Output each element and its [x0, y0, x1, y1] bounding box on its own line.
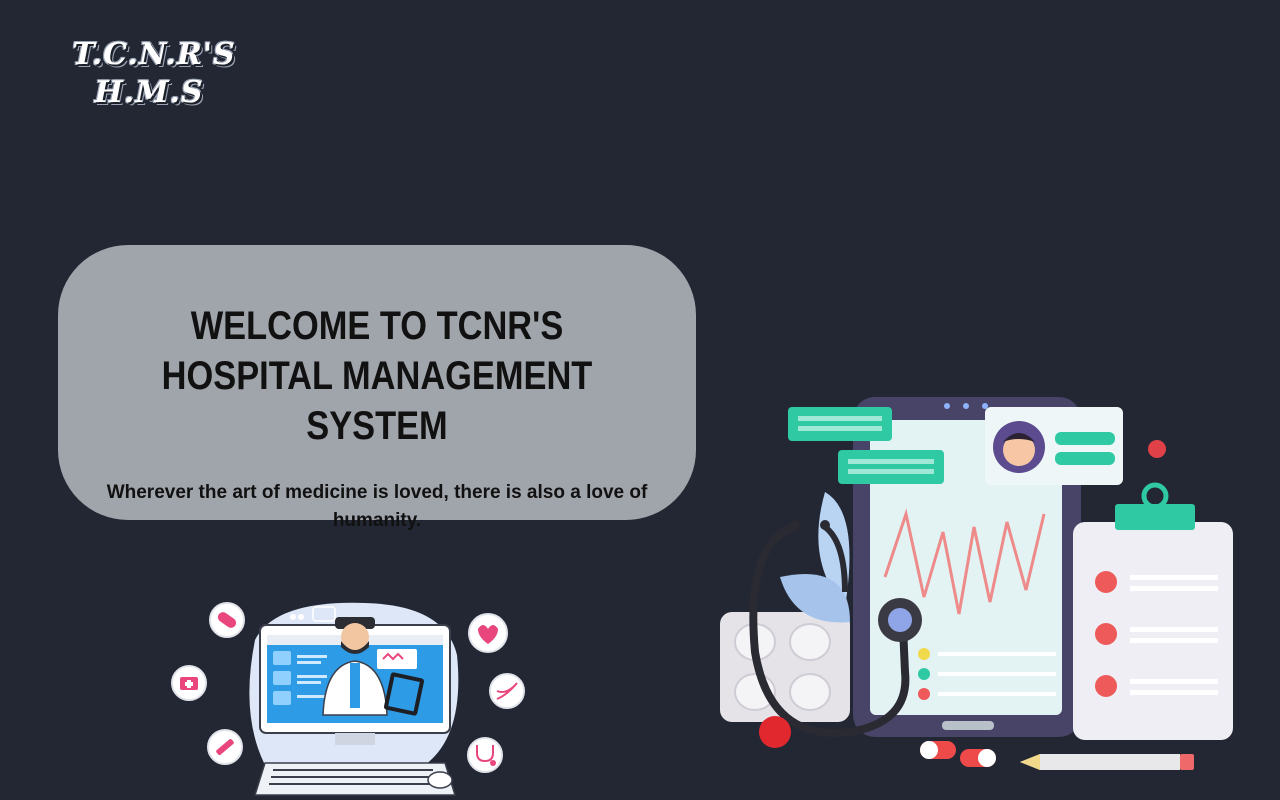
welcome-title: WELCOME TO TCNR'S HOSPITAL MANAGEMENT SY… [161, 304, 593, 448]
logo-line-1: T.C.N.R'S [72, 37, 236, 72]
logo-line-2: H.M.S [94, 75, 204, 110]
syringe-icon [207, 729, 243, 765]
medical-devices-illustration [720, 397, 1233, 770]
welcome-quote: Wherever the art of medicine is loved, t… [106, 482, 648, 531]
first-aid-kit-icon [171, 665, 207, 701]
stethoscope-icon [467, 737, 503, 773]
welcome-card: WELCOME TO TCNR'S HOSPITAL MANAGEMENT SY… [58, 245, 696, 531]
logo: T.C.N.R'S H.M.S [34, 36, 274, 112]
pill-icon [209, 602, 245, 638]
dna-icon [489, 673, 525, 709]
heart-monitor-icon [468, 613, 508, 653]
doctor-computer-illustration [171, 602, 525, 796]
